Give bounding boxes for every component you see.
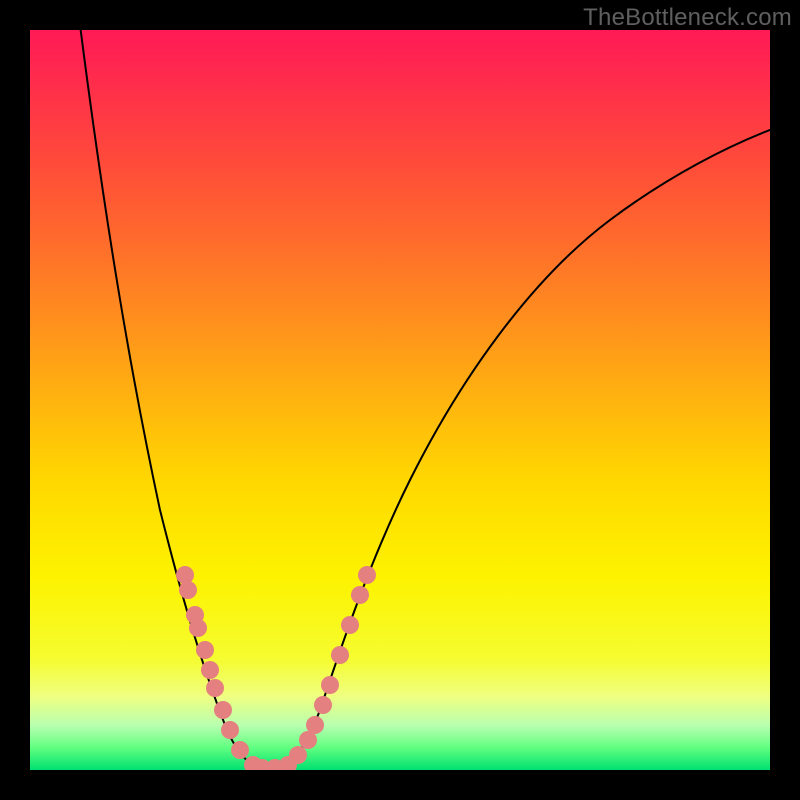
right-curve [268, 128, 770, 770]
data-point [321, 676, 339, 694]
data-point [196, 641, 214, 659]
data-point [176, 566, 194, 584]
data-point [214, 701, 232, 719]
data-point [231, 741, 249, 759]
data-point [331, 646, 349, 664]
data-point [306, 716, 324, 734]
chart-container: TheBottleneck.com [0, 0, 800, 800]
data-point [351, 586, 369, 604]
plot-area [30, 30, 770, 770]
data-point [358, 566, 376, 584]
left-curve [80, 30, 268, 770]
data-point [341, 616, 359, 634]
data-point [314, 696, 332, 714]
data-point [201, 661, 219, 679]
chart-svg [30, 30, 770, 770]
dots-group [176, 566, 376, 770]
data-point [221, 721, 239, 739]
data-point [206, 679, 224, 697]
data-point [189, 619, 207, 637]
watermark-text: TheBottleneck.com [583, 4, 792, 32]
data-point [179, 581, 197, 599]
data-point [289, 746, 307, 764]
